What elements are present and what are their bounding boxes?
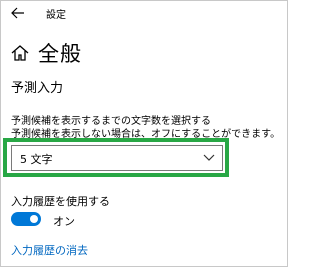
back-arrow-icon [11,7,24,19]
clear-history-link[interactable]: 入力履歴の消去 [11,242,88,258]
history-setting-label: 入力履歴を使用する [11,195,110,208]
back-button[interactable] [7,3,29,23]
history-toggle[interactable] [11,212,41,226]
section-title: 予測入力 [11,81,64,96]
home-icon [11,45,29,61]
page-title: 全般 [38,42,82,66]
dropdown-selected-value: 5 文字 [20,153,53,166]
settings-window: 設定 全般 予測入力 予測候補を表示するまでの文字数を選択する 予測候補を表示し… [0,0,288,267]
char-count-dropdown[interactable]: 5 文字 [11,145,223,171]
toggle-knob [30,215,38,223]
chevron-down-icon [203,154,215,161]
toggle-state-label: オン [53,215,75,228]
window-title: 設定 [46,10,66,21]
